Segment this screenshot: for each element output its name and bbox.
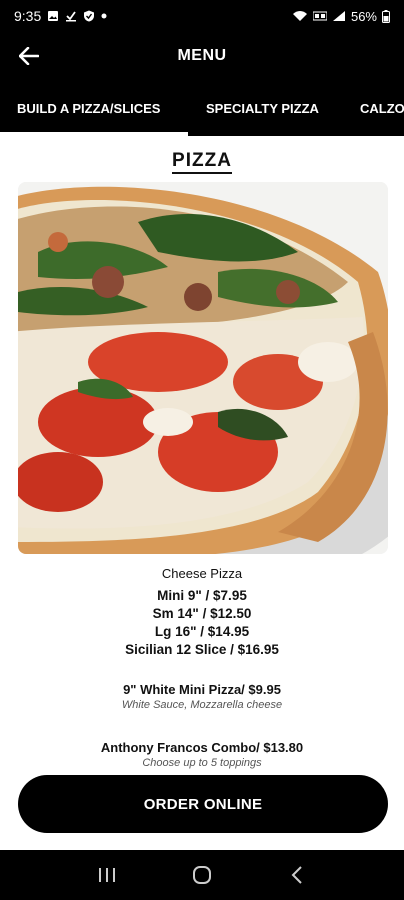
combo-desc: Choose up to 5 toppings — [142, 757, 262, 769]
page-title: MENU — [177, 47, 227, 64]
combo-title: Anthony Francos Combo/ $13.80 — [100, 740, 304, 755]
section-title: PIZZA — [0, 150, 404, 174]
pizza-photo — [18, 182, 388, 554]
tab-specialty-pizza[interactable]: SPECIALTY PIZZA — [206, 80, 319, 136]
section-title-text: PIZZA — [172, 150, 232, 174]
system-nav-bar — [0, 850, 404, 900]
home-icon — [192, 866, 211, 884]
cheese-pizza-name: Cheese Pizza — [161, 566, 243, 581]
recent-apps-button[interactable] — [87, 855, 127, 895]
price-small: Sm 14" / $12.50 — [152, 606, 252, 621]
cheese-pizza-item: Cheese Pizza Mini 9" / $7.95 Sm 14" / $1… — [0, 566, 404, 659]
price-mini: Mini 9" / $7.95 — [157, 588, 247, 603]
wifi-icon — [292, 11, 307, 21]
image-icon — [48, 11, 59, 21]
app-header: MENU — [0, 32, 404, 80]
arrow-left-icon — [19, 47, 39, 65]
combo-item: Anthony Francos Combo/ $13.80 Choose up … — [0, 740, 404, 769]
back-chevron-icon — [291, 866, 302, 884]
tab-calzones[interactable]: CALZONES — [360, 80, 404, 136]
white-mini-pizza-item: 9" White Mini Pizza/ $9.95 White Sauce, … — [0, 682, 404, 711]
volte-icon — [312, 11, 327, 21]
battery-percent: 56% — [350, 8, 377, 24]
tab-build-a-pizza[interactable]: BUILD A PIZZA/SLICES — [17, 80, 160, 136]
back-button[interactable] — [14, 42, 44, 70]
price-sicilian: Sicilian 12 Slice / $16.95 — [125, 642, 279, 657]
recent-apps-icon — [99, 868, 116, 882]
white-mini-pizza-desc: White Sauce, Mozzarella cheese — [121, 699, 283, 711]
signal-icon — [332, 11, 345, 21]
price-large: Lg 16" / $14.95 — [154, 624, 250, 639]
dot-icon — [101, 13, 107, 19]
white-mini-pizza-title: 9" White Mini Pizza/ $9.95 — [123, 682, 281, 697]
system-back-button[interactable] — [277, 855, 317, 895]
status-time: 9:35 — [14, 8, 42, 24]
status-bar: 9:35 56% — [0, 0, 404, 32]
home-button[interactable] — [182, 855, 222, 895]
download-check-icon — [66, 11, 77, 22]
battery-icon — [382, 9, 390, 23]
shield-icon — [84, 10, 95, 22]
order-online-button[interactable]: ORDER ONLINE — [18, 775, 388, 833]
menu-content[interactable]: PIZZA Cheese Pizza Mini 9" / $7.95 Sm 14… — [0, 136, 404, 850]
category-tabs: BUILD A PIZZA/SLICES SPECIALTY PIZZA CAL… — [0, 80, 404, 136]
